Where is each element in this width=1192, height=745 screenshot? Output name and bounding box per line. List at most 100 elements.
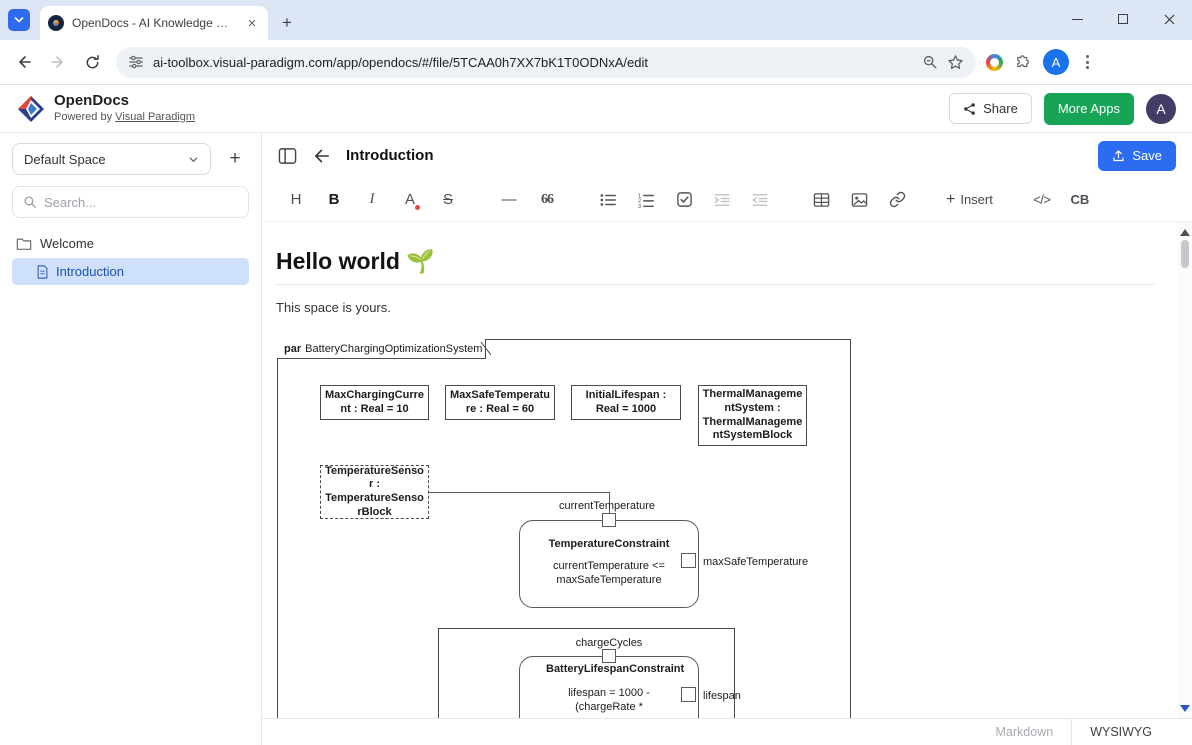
share-label: Share	[983, 101, 1018, 116]
close-window-button[interactable]	[1146, 0, 1192, 38]
editor-header: Introduction Save	[262, 133, 1192, 178]
insert-label: Insert	[960, 192, 993, 207]
link-button[interactable]	[885, 187, 909, 213]
zoom-icon[interactable]	[922, 54, 938, 70]
tree-folder-welcome[interactable]: Welcome	[12, 231, 249, 256]
search-input[interactable]	[44, 195, 238, 210]
new-tab-button[interactable]: +	[274, 10, 300, 36]
sidebar-search[interactable]	[12, 186, 249, 218]
italic-button[interactable]: I	[360, 187, 384, 213]
part-box-temperature-sensor[interactable]: TemperatureSensor : TemperatureSensorBlo…	[320, 465, 429, 519]
font-color-button[interactable]: A	[398, 187, 422, 213]
add-page-button[interactable]: +	[221, 145, 249, 173]
battery-lifespan-constraint-block[interactable]: BatteryLifespanConstraint lifespan = 100…	[519, 656, 699, 718]
user-avatar[interactable]: A	[1146, 94, 1176, 124]
blockquote-button[interactable]: 66	[535, 187, 559, 213]
minimize-button[interactable]	[1054, 0, 1100, 38]
code-block-button[interactable]: CB	[1068, 187, 1092, 213]
window-controls	[1054, 0, 1192, 38]
diagram-frame-label: par BatteryChargingOptimizationSystem	[277, 339, 486, 359]
link-icon	[889, 191, 906, 208]
extensions-button[interactable]	[1009, 48, 1037, 76]
frame-keyword: par	[284, 343, 301, 355]
editor-footer: Markdown WYSIWYG	[262, 718, 1192, 745]
inline-code-button[interactable]: </>	[1030, 187, 1054, 213]
opendocs-logo-icon	[16, 94, 46, 124]
port-current-temperature[interactable]	[602, 513, 616, 527]
tab-search-button[interactable]	[8, 9, 30, 31]
param-box-max-charging-current[interactable]: MaxChargingCurrent : Real = 10	[320, 385, 429, 420]
scrollbar-thumb[interactable]	[1181, 240, 1189, 268]
tab-close-icon[interactable]: ✕	[244, 15, 260, 31]
space-selector[interactable]: Default Space	[12, 143, 211, 175]
powered-by-text: Powered by Visual Paradigm	[54, 111, 195, 123]
sidebar-toggle-icon[interactable]	[278, 147, 297, 165]
table-button[interactable]	[809, 187, 833, 213]
numbered-list-icon: 123	[637, 191, 655, 209]
indent-increase-button[interactable]	[710, 187, 734, 213]
forward-button[interactable]	[44, 48, 72, 76]
browser-tab[interactable]: OpenDocs - AI Knowledge Base ✕	[40, 6, 268, 40]
password-manager-icon[interactable]	[986, 54, 1003, 71]
temperature-constraint-block[interactable]: TemperatureConstraint currentTemperature…	[519, 520, 699, 608]
share-icon	[963, 102, 976, 116]
url-text[interactable]: ai-toolbox.visual-paradigm.com/app/opend…	[153, 55, 913, 70]
browser-profile-avatar[interactable]: A	[1043, 49, 1069, 75]
reload-button[interactable]	[78, 48, 106, 76]
sidebar: Default Space + Welcome Introduction	[0, 133, 262, 745]
table-icon	[813, 192, 830, 208]
port-max-safe-temperature[interactable]	[681, 553, 696, 568]
tree-item-label: Introduction	[56, 264, 124, 279]
horizontal-rule-button[interactable]: —	[497, 187, 521, 213]
browser-menu-button[interactable]	[1075, 48, 1099, 76]
document-content[interactable]: Hello world 🌱 This space is yours. par B…	[262, 222, 1192, 718]
indent-decrease-button[interactable]	[748, 187, 772, 213]
save-button[interactable]: Save	[1098, 141, 1176, 171]
bullet-list-icon	[599, 191, 617, 209]
maximize-button[interactable]	[1100, 0, 1146, 38]
back-button[interactable]	[10, 48, 38, 76]
formatting-toolbar: H B I A S — 66 123	[262, 178, 1192, 222]
scroll-down-button[interactable]	[1178, 700, 1192, 716]
label-current-temperature: currentTemperature	[525, 500, 689, 512]
scroll-down-arrow-icon	[1180, 705, 1190, 712]
share-button[interactable]: Share	[949, 93, 1032, 124]
bookmark-star-icon[interactable]	[947, 54, 964, 71]
app-header: OpenDocs Powered by Visual Paradigm Shar…	[0, 85, 1192, 133]
numbered-list-button[interactable]: 123	[634, 187, 658, 213]
port-lifespan[interactable]	[681, 687, 696, 702]
label-charge-cycles: chargeCycles	[547, 637, 671, 649]
more-apps-button[interactable]: More Apps	[1044, 93, 1134, 125]
font-color-glyph: A	[405, 191, 415, 208]
tab-title: OpenDocs - AI Knowledge Base	[72, 16, 236, 30]
content-scrollbar[interactable]	[1178, 222, 1192, 718]
markdown-mode-button[interactable]: Markdown	[978, 719, 1072, 745]
back-navigation-icon[interactable]	[312, 147, 331, 165]
chevron-down-icon	[14, 15, 24, 25]
site-settings-icon[interactable]	[128, 54, 144, 70]
image-button[interactable]	[847, 187, 871, 213]
font-color-dot-icon	[415, 205, 420, 210]
indent-decrease-icon	[751, 191, 769, 209]
opendocs-favicon-icon	[48, 15, 64, 31]
url-bar[interactable]: ai-toolbox.visual-paradigm.com/app/opend…	[116, 47, 976, 78]
visual-paradigm-link[interactable]: Visual Paradigm	[115, 111, 195, 123]
strikethrough-button[interactable]: S	[436, 187, 460, 213]
param-box-thermal-management[interactable]: ThermalManagementSystem : ThermalManagem…	[698, 385, 807, 446]
document-paragraph: This space is yours.	[276, 300, 1155, 315]
checklist-button[interactable]	[672, 187, 696, 213]
back-arrow-icon	[15, 53, 33, 71]
scroll-up-button[interactable]	[1178, 224, 1192, 240]
param-box-initial-lifespan[interactable]: InitialLifespan : Real = 1000	[571, 385, 681, 420]
minimize-icon	[1072, 19, 1083, 20]
heading-button[interactable]: H	[284, 187, 308, 213]
param-box-max-safe-temperature[interactable]: MaxSafeTemperature : Real = 60	[445, 385, 555, 420]
bullet-list-button[interactable]	[596, 187, 620, 213]
space-selector-value: Default Space	[24, 152, 106, 167]
insert-button[interactable]: + Insert	[946, 191, 993, 209]
port-charge-cycles[interactable]	[602, 649, 616, 663]
page-tree: Welcome Introduction	[12, 231, 249, 285]
bold-button[interactable]: B	[322, 187, 346, 213]
wysiwyg-mode-button[interactable]: WYSIWYG	[1071, 719, 1170, 745]
tree-item-introduction[interactable]: Introduction	[12, 258, 249, 285]
